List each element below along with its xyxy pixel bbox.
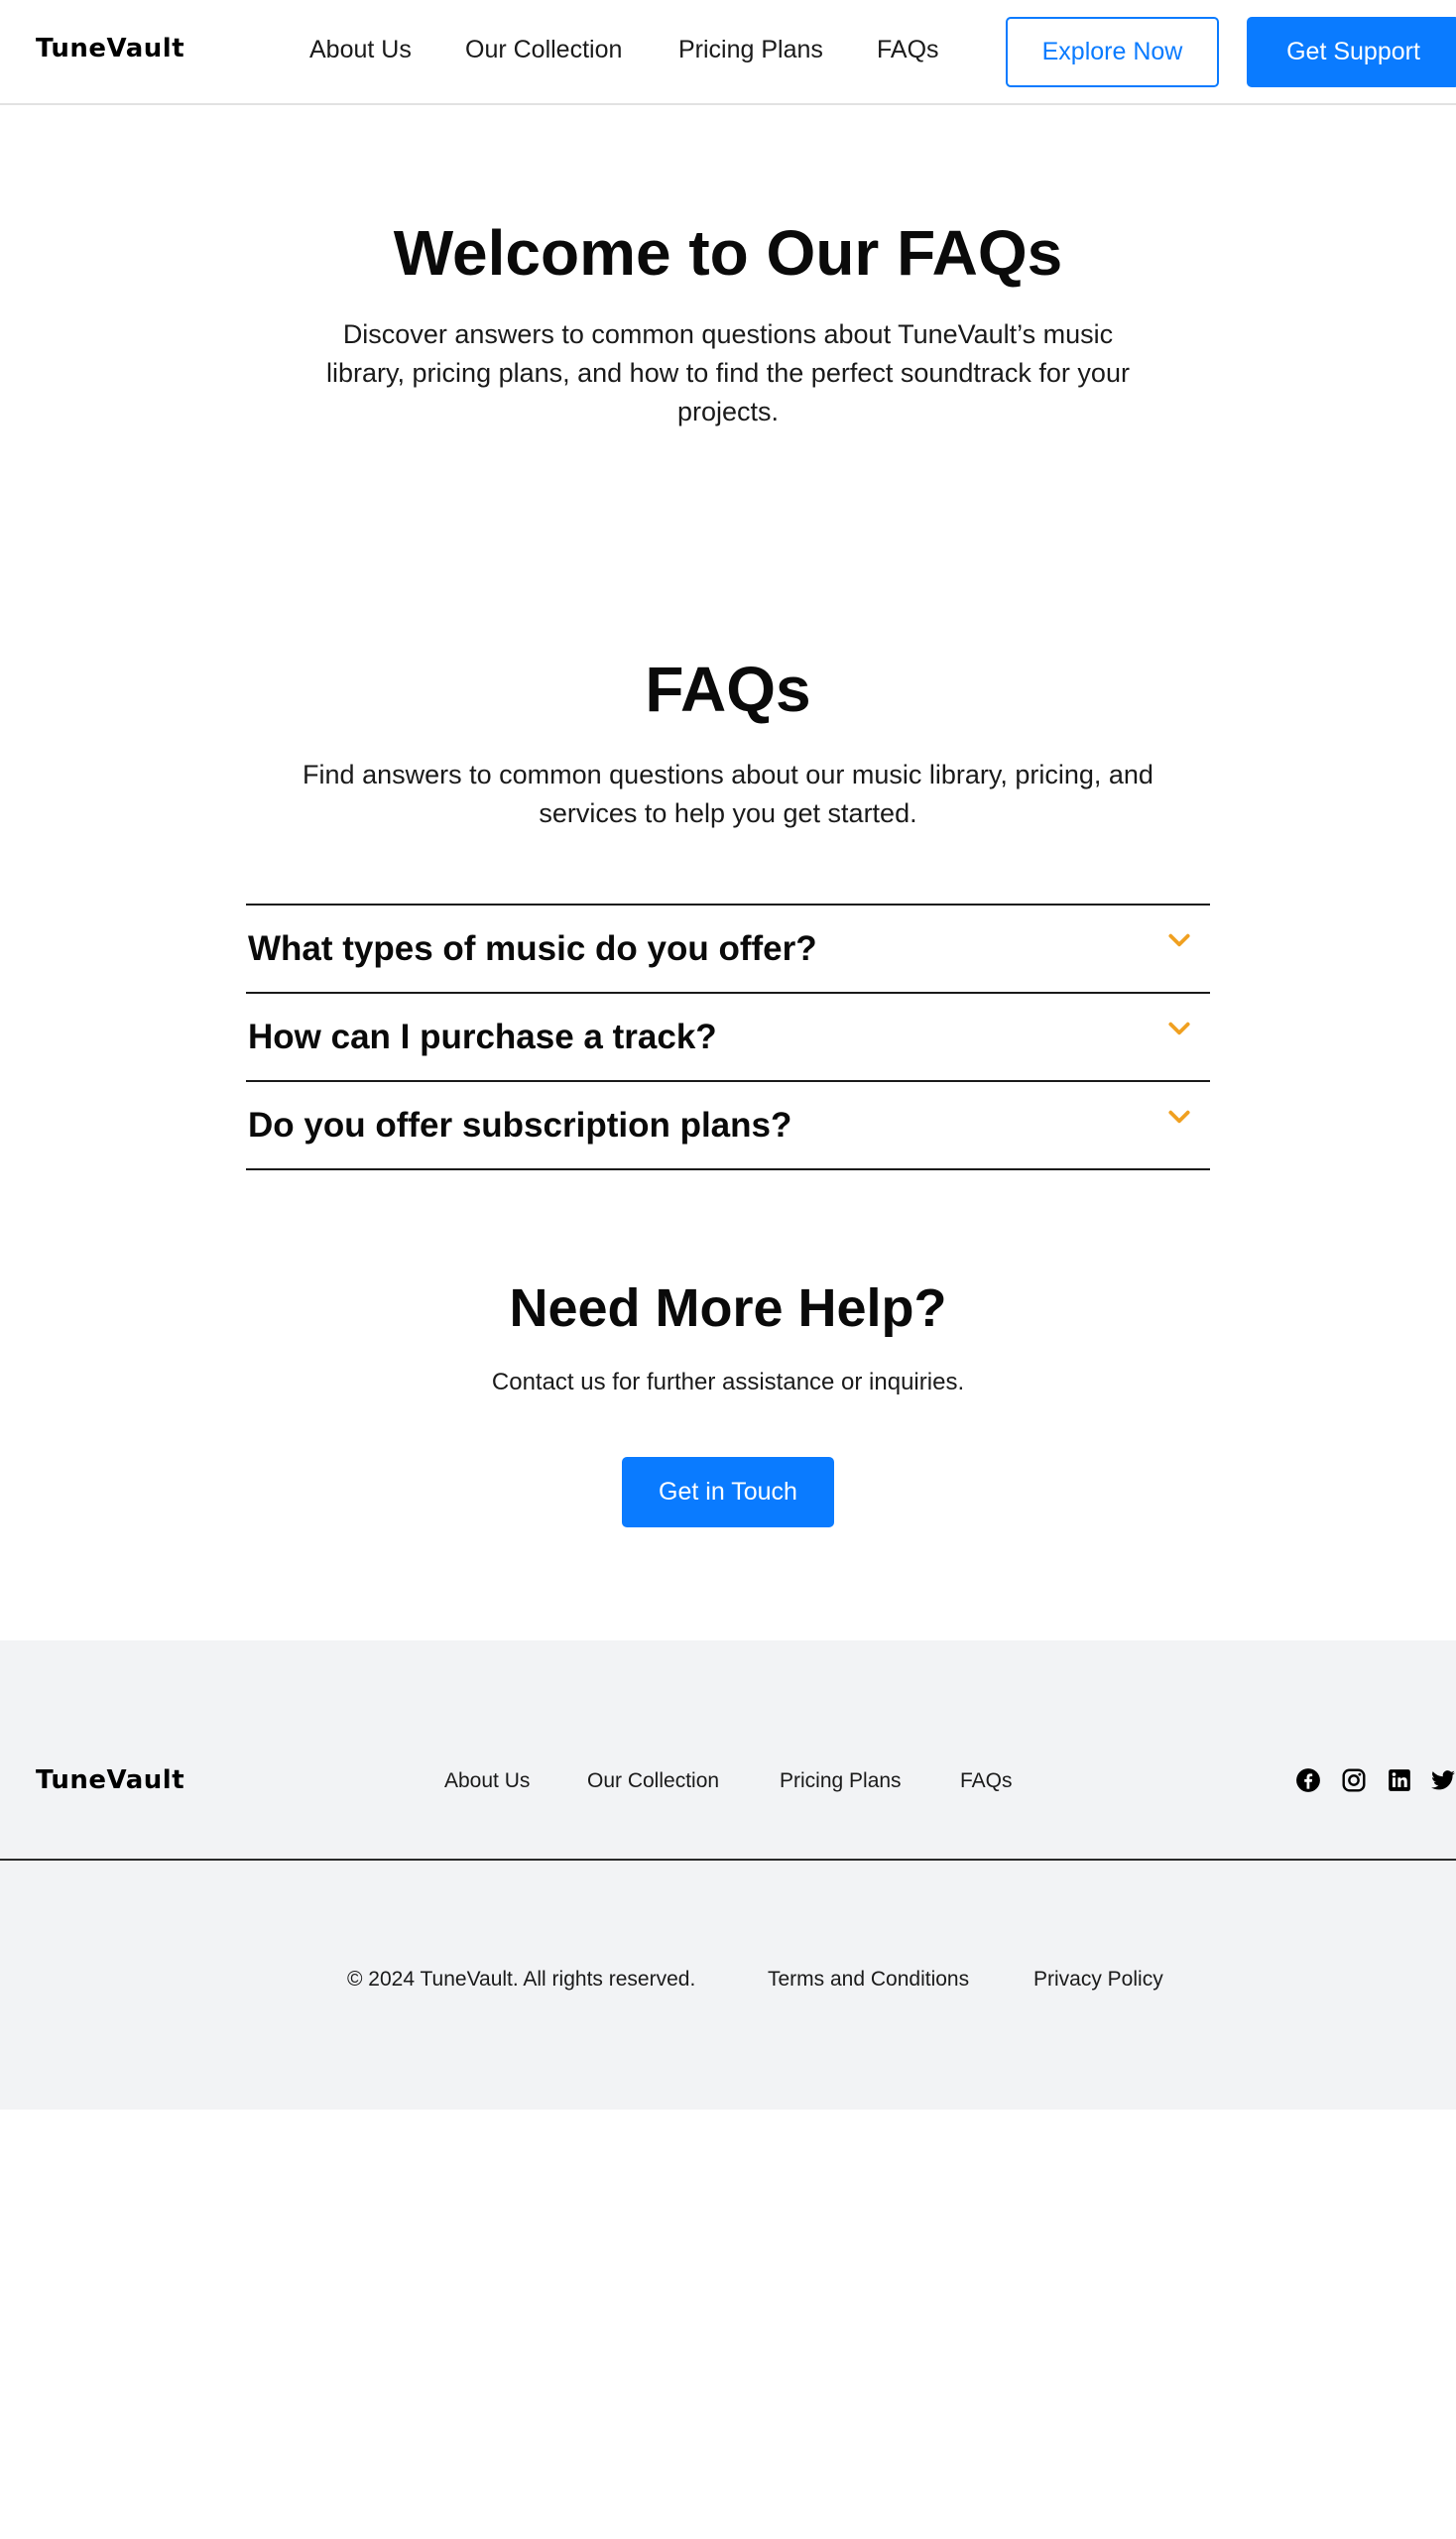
footer-divider <box>0 1859 1456 1861</box>
site-footer: TuneVault About Us Our Collection Pricin… <box>0 1640 1456 2110</box>
faq-item[interactable]: What types of music do you offer? <box>246 906 1210 994</box>
faq-question[interactable]: What types of music do you offer? <box>248 929 817 969</box>
twitter-icon[interactable] <box>1430 1767 1456 1793</box>
faq-item[interactable]: How can I purchase a track? <box>246 994 1210 1082</box>
help-title: Need More Help? <box>509 1278 947 1338</box>
site-header: TuneVault About Us Our Collection Pricin… <box>0 0 1456 105</box>
linkedin-icon[interactable] <box>1387 1767 1412 1793</box>
explore-now-button[interactable]: Explore Now <box>1006 17 1219 87</box>
chevron-down-icon[interactable] <box>1166 1016 1192 1041</box>
nav-our-collection[interactable]: Our Collection <box>465 36 622 64</box>
footer-link-about-us[interactable]: About Us <box>444 1769 530 1793</box>
privacy-link[interactable]: Privacy Policy <box>1033 1968 1163 1992</box>
help-subtitle: Contact us for further assistance or inq… <box>491 1369 965 1395</box>
faq-item[interactable]: Do you offer subscription plans? <box>246 1082 1210 1170</box>
footer-link-faqs[interactable]: FAQs <box>960 1769 1013 1793</box>
faq-list: What types of music do you offer? How ca… <box>246 904 1210 1170</box>
hero-subtitle: Discover answers to common questions abo… <box>326 319 1130 426</box>
footer-link-our-collection[interactable]: Our Collection <box>587 1769 719 1793</box>
copyright: © 2024 TuneVault. All rights reserved. <box>347 1968 696 1991</box>
chevron-down-icon[interactable] <box>1166 1104 1192 1130</box>
faq-question[interactable]: How can I purchase a track? <box>248 1018 717 1057</box>
faq-question[interactable]: Do you offer subscription plans? <box>248 1106 791 1146</box>
facebook-icon[interactable] <box>1295 1767 1321 1793</box>
faq-title: FAQs <box>645 654 811 725</box>
nav-faqs[interactable]: FAQs <box>877 36 939 64</box>
logo[interactable]: TuneVault <box>36 34 184 63</box>
footer-logo[interactable]: TuneVault <box>36 1765 184 1795</box>
chevron-down-icon[interactable] <box>1166 927 1192 953</box>
instagram-icon[interactable] <box>1341 1767 1367 1793</box>
faq-subtitle: Find answers to common questions about o… <box>303 760 1153 828</box>
get-in-touch-button[interactable]: Get in Touch <box>622 1457 834 1527</box>
nav-about-us[interactable]: About Us <box>309 36 412 64</box>
nav-pricing-plans[interactable]: Pricing Plans <box>678 36 823 64</box>
get-support-button[interactable]: Get Support <box>1247 17 1456 87</box>
hero-title: Welcome to Our FAQs <box>393 217 1063 289</box>
terms-link[interactable]: Terms and Conditions <box>768 1968 969 1992</box>
footer-link-pricing-plans[interactable]: Pricing Plans <box>780 1769 902 1793</box>
